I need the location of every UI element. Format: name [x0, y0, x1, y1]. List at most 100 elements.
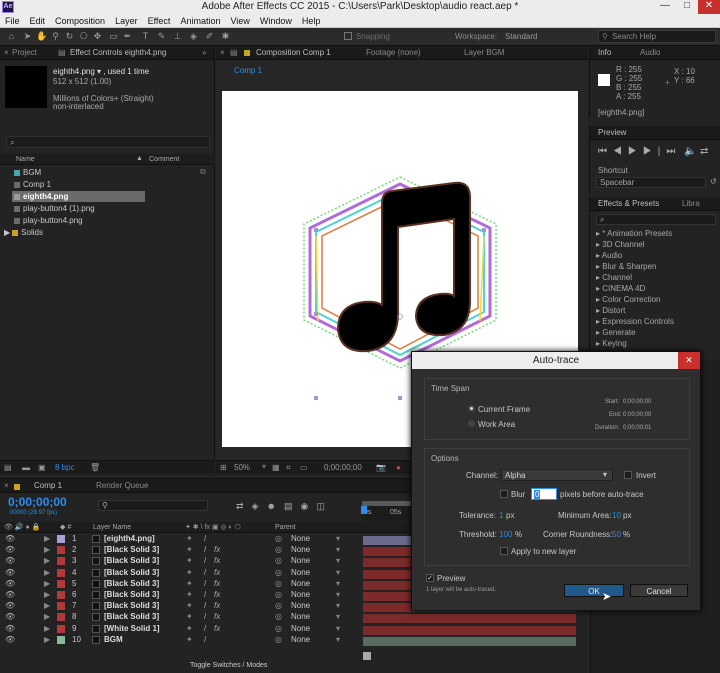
- expand-arrow-icon[interactable]: ▶: [44, 590, 50, 599]
- dropdown-chevron-icon[interactable]: ▾: [336, 612, 340, 621]
- shy-switch-icon[interactable]: ✦: [186, 534, 193, 543]
- close-button[interactable]: ✕: [698, 0, 720, 14]
- menu-effect[interactable]: Effect: [143, 14, 176, 28]
- menu-layer[interactable]: Layer: [110, 14, 143, 28]
- pick-whip-icon[interactable]: ◎: [275, 601, 282, 610]
- blur-pixels-input[interactable]: 0: [531, 488, 557, 500]
- fx-switch-icon[interactable]: fx: [214, 568, 220, 577]
- timeline-layer-row[interactable]: 👁 ▶ 4 [Black Solid 3] ✦ / fx ◎ None ▾: [0, 568, 360, 579]
- first-frame-icon[interactable]: ⏮: [598, 146, 613, 157]
- tolerance-value[interactable]: 1: [499, 511, 503, 520]
- project-item-bgm[interactable]: BGM: [14, 168, 41, 177]
- current-frame-radio[interactable]: [468, 405, 475, 412]
- hand-tool-icon[interactable]: ✋: [36, 31, 47, 42]
- pick-whip-icon[interactable]: ◎: [275, 579, 282, 588]
- timeline-layer-row[interactable]: 👁 ▶ 7 [Black Solid 3] ✦ / fx ◎ None ▾: [0, 601, 360, 612]
- expand-arrow-icon[interactable]: ▶: [44, 545, 50, 554]
- mask-visibility-icon[interactable]: ▭: [300, 463, 308, 472]
- layer-name[interactable]: [Black Solid 3]: [104, 545, 159, 554]
- expand-arrow-icon[interactable]: ▶: [44, 568, 50, 577]
- effects-category[interactable]: ▸ Expression Controls: [596, 317, 674, 326]
- expand-arrow-icon[interactable]: ▶: [44, 612, 50, 621]
- effects-category[interactable]: ▸ Blur & Sharpen: [596, 262, 657, 271]
- fx-switch-icon[interactable]: fx: [214, 624, 220, 633]
- previous-frame-icon[interactable]: ◀: [613, 146, 628, 157]
- current-time-indicator[interactable]: [361, 506, 367, 514]
- draft-3d-icon[interactable]: ◈: [252, 501, 267, 511]
- loop-icon[interactable]: ⇄: [700, 146, 708, 157]
- parent-select[interactable]: None: [291, 556, 310, 565]
- tab-preview[interactable]: Preview: [598, 128, 626, 137]
- mute-audio-icon[interactable]: 🔈: [684, 146, 696, 157]
- timeline-layer-row[interactable]: 👁 ▶ 10 BGM ✦ / ◎ None ▾: [0, 635, 360, 646]
- new-comp-icon[interactable]: ▣: [38, 463, 46, 472]
- new-folder-icon[interactable]: ▬: [22, 463, 30, 472]
- timeline-layer-row[interactable]: 👁 ▶ 3 [Black Solid 3] ✦ / fx ◎ None ▾: [0, 556, 360, 567]
- shy-layers-icon[interactable]: ☻: [266, 501, 283, 511]
- parent-select[interactable]: None: [291, 579, 310, 588]
- project-item-play-button4[interactable]: play-button4.png: [14, 216, 83, 225]
- timeline-timecode[interactable]: 0;00;00;00: [8, 495, 67, 509]
- bpc-label[interactable]: 8 bpc: [55, 463, 75, 472]
- layer-name[interactable]: [Black Solid 3]: [104, 590, 159, 599]
- shy-switch-icon[interactable]: ✦: [186, 624, 193, 633]
- quality-switch-icon[interactable]: /: [204, 545, 206, 554]
- layer-label-color[interactable]: [57, 624, 65, 633]
- pick-whip-icon[interactable]: ◎: [275, 545, 282, 554]
- quality-switch-icon[interactable]: /: [204, 612, 206, 621]
- parent-select[interactable]: None: [291, 635, 310, 644]
- effects-category[interactable]: ▸ Generate: [596, 328, 636, 337]
- project-item-play-button4-1[interactable]: play-button4 (1).png: [14, 204, 95, 213]
- pick-whip-icon[interactable]: ◎: [275, 568, 282, 577]
- shy-switch-icon[interactable]: ✦: [186, 601, 193, 610]
- eye-visibility-icon[interactable]: 👁: [5, 624, 15, 633]
- expand-arrow-icon[interactable]: ▶: [44, 556, 50, 565]
- safe-zones-icon[interactable]: ▦: [272, 463, 280, 472]
- play-icon[interactable]: ▶: [628, 146, 643, 157]
- rectangle-tool-icon[interactable]: ▭: [108, 31, 119, 42]
- next-frame-icon[interactable]: ▶|: [643, 146, 667, 157]
- puppet-tool-icon[interactable]: ✱: [220, 31, 231, 42]
- rotate-tool-icon[interactable]: ↻: [64, 31, 75, 42]
- pick-whip-icon[interactable]: ◎: [275, 534, 282, 543]
- search-help-field[interactable]: ⚲ Search Help: [598, 30, 716, 43]
- zoom-slider-handle[interactable]: [363, 652, 371, 660]
- snapping-checkbox[interactable]: [344, 32, 352, 40]
- ok-button[interactable]: OK: [564, 584, 624, 597]
- timeline-layer-row[interactable]: 👁 ▶ 9 [White Solid 1] ✦ / fx ◎ None ▾: [0, 624, 360, 635]
- tab-close-icon[interactable]: ×: [220, 48, 225, 57]
- tab-audio[interactable]: Audio: [640, 48, 660, 57]
- parent-select[interactable]: None: [291, 590, 310, 599]
- dropdown-chevron-icon[interactable]: ▾: [336, 590, 340, 599]
- fx-switch-icon[interactable]: fx: [214, 556, 220, 565]
- channel-select[interactable]: Alpha ▾: [501, 469, 613, 481]
- col-comment[interactable]: Comment: [149, 156, 179, 163]
- selection-tool-icon[interactable]: ➤: [22, 31, 33, 42]
- tab-close-icon[interactable]: ×: [4, 481, 9, 490]
- invert-checkbox[interactable]: [624, 471, 632, 479]
- grid-icon[interactable]: ⌗: [286, 463, 291, 473]
- eye-visibility-icon[interactable]: 👁: [5, 590, 15, 599]
- col-parent[interactable]: Parent: [275, 524, 296, 531]
- parent-select[interactable]: None: [291, 601, 310, 610]
- effects-category[interactable]: ▸ CINEMA 4D: [596, 284, 645, 293]
- current-time-display[interactable]: 0;00;00;00: [324, 463, 362, 472]
- layer-label-color[interactable]: [57, 635, 65, 644]
- layer-label-color[interactable]: [57, 579, 65, 588]
- menu-help[interactable]: Help: [297, 14, 326, 28]
- quality-switch-icon[interactable]: /: [204, 534, 206, 543]
- apply-new-layer-checkbox[interactable]: [500, 547, 508, 555]
- shy-switch-icon[interactable]: ✦: [186, 579, 193, 588]
- dropdown-chevron-icon[interactable]: ▾: [336, 635, 340, 644]
- motion-blur-icon[interactable]: ◉: [300, 501, 316, 511]
- eye-visibility-icon[interactable]: 👁: [5, 545, 15, 554]
- last-frame-icon[interactable]: ⏭: [666, 146, 681, 157]
- minimize-button[interactable]: —: [654, 0, 676, 14]
- eye-visibility-icon[interactable]: 👁: [5, 534, 15, 543]
- project-item-comp1[interactable]: Comp 1: [14, 180, 51, 189]
- shy-switch-icon[interactable]: ✦: [186, 635, 193, 644]
- fx-switch-icon[interactable]: fx: [214, 601, 220, 610]
- pick-whip-icon[interactable]: ◎: [275, 624, 282, 633]
- quality-switch-icon[interactable]: /: [204, 601, 206, 610]
- maximize-button[interactable]: □: [676, 0, 698, 14]
